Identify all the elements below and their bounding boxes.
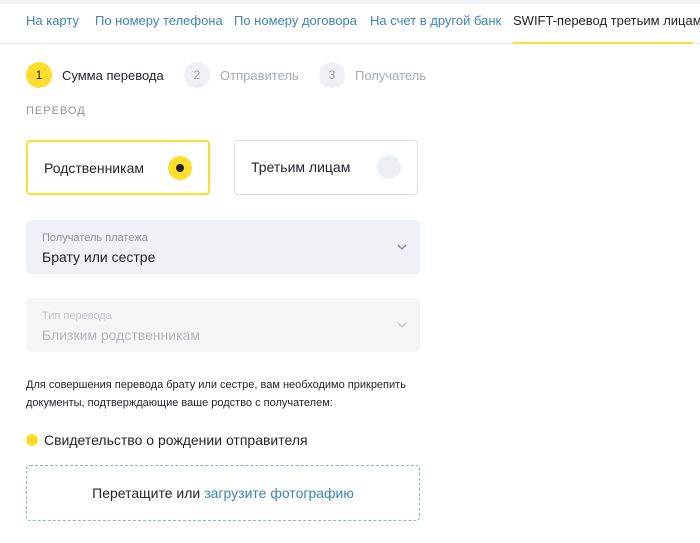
select-label: Получатель платежа [42, 232, 148, 244]
active-tab-indicator [513, 42, 693, 44]
chevron-down-icon [396, 319, 408, 331]
select-value: Близким родственникам [42, 327, 200, 343]
tab-by-contract[interactable]: По номеру договора [234, 13, 357, 29]
step-label: Получатель [355, 67, 427, 83]
swift-transfer-page: На карту По номеру телефона По номеру до… [0, 0, 700, 543]
tab-to-card[interactable]: На карту [26, 13, 79, 29]
transfer-tabs: На карту По номеру телефона По номеру до… [0, 4, 700, 44]
transfer-kind-select: Тип перевода Близким родственникам [26, 298, 420, 352]
tab-by-phone[interactable]: По номеру телефона [95, 13, 223, 29]
step-label: Сумма перевода [62, 67, 164, 83]
option-third-parties[interactable]: Третьим лицам [234, 140, 418, 195]
photo-dropzone[interactable]: Перетащите или загрузите фотографию [26, 465, 420, 521]
select-value: Брату или сестре [42, 249, 156, 265]
dropzone-text: Перетащите или [92, 485, 201, 501]
select-label: Тип перевода [42, 310, 112, 322]
recipient-select[interactable]: Получатель платежа Брату или сестре [26, 220, 420, 274]
option-relatives[interactable]: Родственникам [26, 140, 210, 195]
section-title: ПЕРЕВОД [26, 105, 86, 117]
radio-checked-icon [168, 156, 192, 180]
document-label: Свидетельство о рождении отправителя [44, 432, 308, 448]
option-label: Родственникам [44, 160, 144, 176]
chevron-down-icon [396, 241, 408, 253]
tab-swift[interactable]: SWIFT-перевод третьим лицам [513, 13, 700, 29]
documents-info-text: Для совершения перевода брату или сестре… [26, 379, 406, 409]
step-recipient: 3 Получатель [319, 62, 426, 88]
step-label: Отправитель [220, 67, 299, 83]
bullet-icon [26, 434, 38, 446]
step-number-badge: 1 [26, 62, 52, 88]
step-amount: 1 Сумма перевода [26, 62, 164, 88]
tab-other-bank[interactable]: На счет в другой банк [370, 13, 501, 29]
radio-unchecked-icon [377, 155, 401, 179]
step-number-badge: 2 [184, 62, 210, 88]
step-sender: 2 Отправитель [184, 62, 299, 88]
option-label: Третьим лицам [251, 159, 351, 175]
radio-dot [176, 164, 184, 172]
step-number-badge: 3 [319, 62, 345, 88]
required-document: Свидетельство о рождении отправителя [26, 431, 308, 449]
upload-photo-link[interactable]: загрузите фотографию [204, 485, 354, 501]
